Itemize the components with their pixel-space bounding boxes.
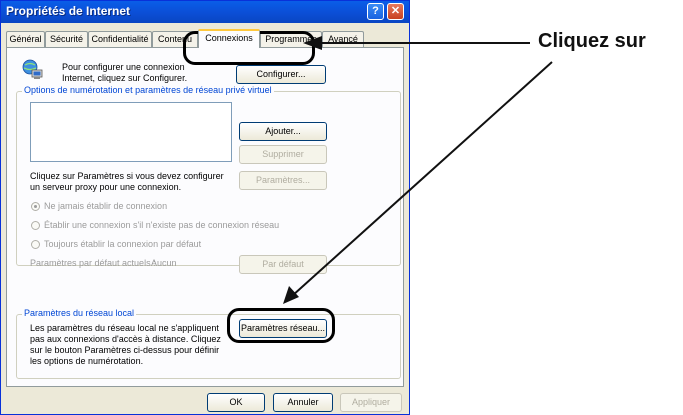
arrow-head-lan [283,286,299,304]
annotation-arrows [283,36,553,304]
arrow-to-lan-settings [291,61,553,297]
tab-connections[interactable]: Connexions [198,29,260,48]
arrow-head-connections [303,36,322,50]
